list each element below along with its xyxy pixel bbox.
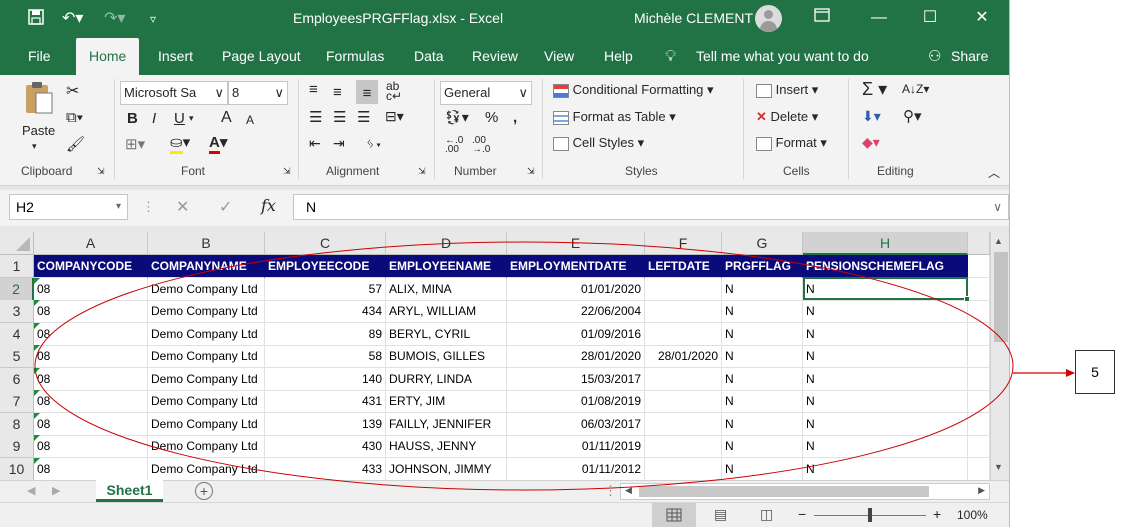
- highlight-ellipse: [34, 241, 1014, 491]
- annotation-overlay: [34, 241, 1075, 491]
- annotation-arrow-head: [1066, 369, 1075, 377]
- annotation-callout: 5: [1075, 350, 1115, 394]
